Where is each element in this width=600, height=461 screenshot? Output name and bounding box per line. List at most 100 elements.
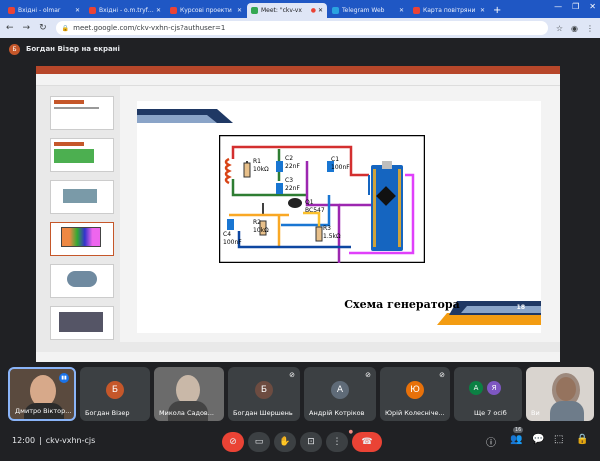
participant-name: Андрій Котріков xyxy=(309,409,365,417)
avatar: Ю xyxy=(406,381,424,399)
site-icon xyxy=(413,7,420,14)
new-tab-icon[interactable]: + xyxy=(493,3,501,18)
minimize-icon[interactable]: — xyxy=(554,2,562,11)
hand-icon: ✋ xyxy=(279,437,291,447)
reload-icon[interactable]: ↻ xyxy=(39,23,47,33)
star-icon[interactable]: ☆ xyxy=(556,24,563,33)
label-q1-value: BC547 xyxy=(305,207,325,214)
slide-thumbnail xyxy=(50,180,114,214)
participant-name: Микола Садов... xyxy=(159,409,214,417)
label-c1-value: 100nF xyxy=(331,164,350,171)
slide-caption: Схема генератора xyxy=(344,298,460,311)
slide-thumbnail-selected xyxy=(50,222,114,256)
presenting-label: Богдан Візер на екрані xyxy=(26,45,120,53)
close-window-icon[interactable]: ✕ xyxy=(589,2,596,11)
gmail-icon xyxy=(89,7,96,14)
label-c2-value: 22nF xyxy=(285,163,300,170)
participant-tile[interactable]: ⊘ А Андрій Котріков xyxy=(304,367,376,421)
app-titlebar xyxy=(36,66,560,74)
avatar: Я xyxy=(487,381,501,395)
label-r1-value: 10kΩ xyxy=(253,166,269,173)
mic-toggle-button[interactable]: ⊘ xyxy=(222,432,244,452)
participant-tile[interactable]: Б Богдан Візер xyxy=(80,367,150,421)
participant-tile[interactable]: ▮▮ Дмитро Віктор... xyxy=(8,367,76,421)
mic-off-icon: ⊘ xyxy=(439,371,445,379)
participant-tile[interactable]: ⊘ Ю Юрій Колесніче... xyxy=(380,367,450,421)
browser-tab[interactable]: Telegram Web ✕ xyxy=(328,3,408,18)
clock: 12:00 xyxy=(12,436,36,445)
menu-icon[interactable]: ⋮ xyxy=(586,24,594,33)
presenting-bar: Б Богдан Візер на екрані xyxy=(0,38,600,60)
people-icon: 👥 xyxy=(510,434,523,445)
participant-name: Богдан Візер xyxy=(85,409,130,417)
more-options-button[interactable]: ⋮ ● xyxy=(326,429,353,452)
activities-icon[interactable]: ⬚ xyxy=(554,434,563,445)
label-r2-value: 10kΩ xyxy=(253,227,269,234)
camera-toggle-button[interactable]: ▭ xyxy=(248,432,270,452)
close-icon[interactable]: ✕ xyxy=(75,7,80,14)
avatar: Б xyxy=(9,43,20,55)
people-button[interactable]: 👥 16 xyxy=(510,427,524,445)
label-r3-value: 1.5kΩ xyxy=(323,233,341,240)
close-icon[interactable]: ✕ xyxy=(237,7,242,14)
slide-thumbnail xyxy=(50,138,114,172)
more-participants-tile[interactable]: А Я Ще 7 осіб xyxy=(454,367,522,421)
label-c2: C2 xyxy=(285,155,294,162)
participant-tile[interactable]: ⊘ Б Богдан Шершень xyxy=(228,367,300,421)
host-controls-icon[interactable]: 🔒 xyxy=(576,434,588,445)
ribbon xyxy=(36,74,560,86)
label-r2: R2 xyxy=(253,219,261,226)
participant-name: Дмитро Віктор... xyxy=(15,407,72,415)
label-c4: C4 xyxy=(223,231,232,238)
forward-icon[interactable]: → xyxy=(23,23,31,33)
participant-name: Юрій Колесніче... xyxy=(385,409,445,417)
raise-hand-button[interactable]: ✋ xyxy=(274,432,296,452)
back-icon[interactable]: ← xyxy=(6,23,14,33)
slide-thumbnail xyxy=(50,96,114,130)
close-icon[interactable]: ✕ xyxy=(318,7,323,14)
shared-screen: R1 10kΩ C2 22nF C1 100nF C3 22nF Q1 BC54… xyxy=(36,66,560,362)
label-r1: R1 xyxy=(253,158,261,165)
telegram-icon xyxy=(332,7,339,14)
slide-thumbnail xyxy=(50,306,114,340)
slide-canvas: R1 10kΩ C2 22nF C1 100nF C3 22nF Q1 BC54… xyxy=(137,101,541,333)
mic-off-icon: ⊘ xyxy=(365,371,371,379)
browser-tab[interactable]: Курсові проекти ✕ xyxy=(166,3,246,18)
profile-icon[interactable]: ◉ xyxy=(571,24,578,33)
browser-tab[interactable]: Вхідні - o.m.tryfon ✕ xyxy=(85,3,165,18)
browser-tab[interactable]: Карта повітряни ✕ xyxy=(409,3,489,18)
gmail-icon xyxy=(8,7,15,14)
browser-tab[interactable]: Вхідні - olmar ✕ xyxy=(4,3,84,18)
speaking-indicator-icon: ▮▮ xyxy=(59,373,69,383)
meeting-info: 12:00 | ckv-vxhn-cjs xyxy=(12,436,96,445)
participant-name: Ви xyxy=(531,409,540,417)
participant-strip: ▮▮ Дмитро Віктор... Б Богдан Візер Микол… xyxy=(0,362,600,424)
meeting-controls: 12:00 | ckv-vxhn-cjs ⊘ ▭ ✋ ⊡ ⋮ ● ☎ ⓘ 👥 16 💬 … xyxy=(0,424,600,461)
more-icon: ⋮ xyxy=(332,437,342,447)
recording-icon: ● xyxy=(310,7,316,14)
mic-off-icon: ⊘ xyxy=(229,437,237,447)
label-q1: Q1 xyxy=(305,199,314,206)
url-field[interactable]: 🔒 meet.google.com/ckv-vxhn-cjs?authuser=… xyxy=(55,21,548,35)
avatar: А xyxy=(331,381,349,399)
label-r3: R3 xyxy=(323,225,331,232)
info-icon[interactable]: ⓘ xyxy=(486,434,496,449)
browser-tab-active[interactable]: Meet: "ckv-vx ● ✕ xyxy=(247,3,327,18)
avatar: Б xyxy=(106,381,124,399)
participant-tile[interactable]: Микола Садов... xyxy=(154,367,224,421)
close-icon[interactable]: ✕ xyxy=(399,7,404,14)
avatar: А xyxy=(469,381,483,395)
camera-icon: ▭ xyxy=(254,437,264,447)
close-icon[interactable]: ✕ xyxy=(480,7,485,14)
participant-name: Ще 7 осіб xyxy=(474,409,507,417)
close-icon[interactable]: ✕ xyxy=(156,7,161,14)
self-tile[interactable]: Ви xyxy=(526,367,594,421)
slide-thumbnail xyxy=(50,264,114,298)
present-button[interactable]: ⊡ xyxy=(300,432,322,452)
label-c3: C3 xyxy=(285,177,294,184)
browser-tab-bar: Вхідні - olmar ✕ Вхідні - o.m.tryfon ✕ Кур… xyxy=(0,0,600,18)
leave-call-button[interactable]: ☎ xyxy=(352,432,382,452)
avatar: Б xyxy=(255,381,273,399)
chat-icon[interactable]: 💬 xyxy=(532,434,544,445)
maximize-icon[interactable]: ❐ xyxy=(572,2,579,11)
